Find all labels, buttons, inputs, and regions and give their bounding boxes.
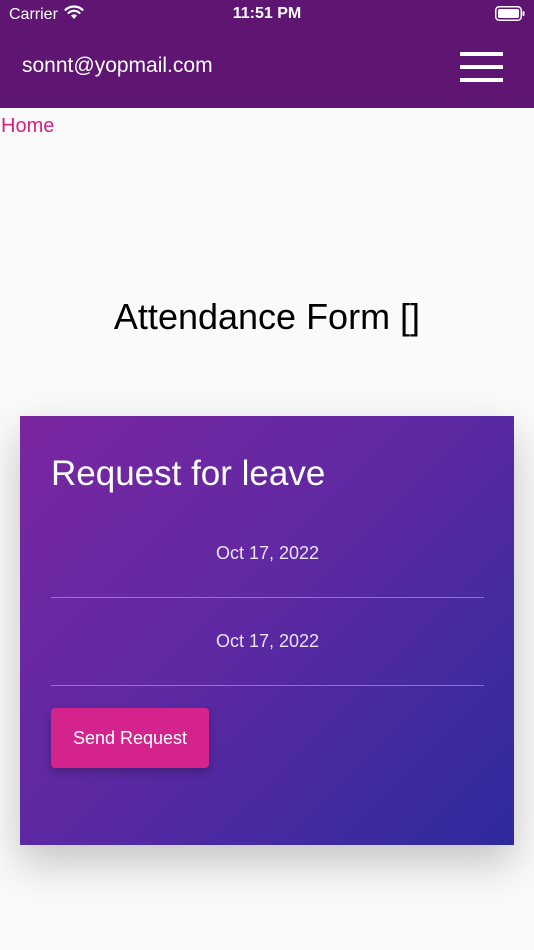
leave-request-card: Request for leave Oct 17, 2022 Oct 17, 2… (20, 416, 514, 845)
user-email: sonnt@yopmail.com (22, 54, 213, 77)
hamburger-menu-icon[interactable] (460, 52, 503, 82)
breadcrumb-home-link[interactable]: Home (1, 115, 54, 138)
battery-icon (495, 6, 525, 26)
page-title: Attendance Form [] (113, 296, 421, 337)
status-time: 11:51 PM (232, 5, 302, 22)
start-date-value: Oct 17, 2022 (215, 543, 320, 563)
end-date-value: Oct 17, 2022 (215, 631, 320, 651)
card-title: Request for leave (51, 454, 326, 493)
end-date-field[interactable]: Oct 17, 2022 (51, 626, 484, 686)
send-request-button[interactable]: Send Request (51, 708, 209, 768)
start-date-field[interactable]: Oct 17, 2022 (51, 538, 484, 598)
status-bar: Carrier 11:51 PM (0, 0, 534, 28)
app-header: Carrier 11:51 PM sonnt@yopmail.com (0, 0, 534, 108)
app-screen: Carrier 11:51 PM sonnt@yopmail.com Home … (0, 0, 534, 950)
